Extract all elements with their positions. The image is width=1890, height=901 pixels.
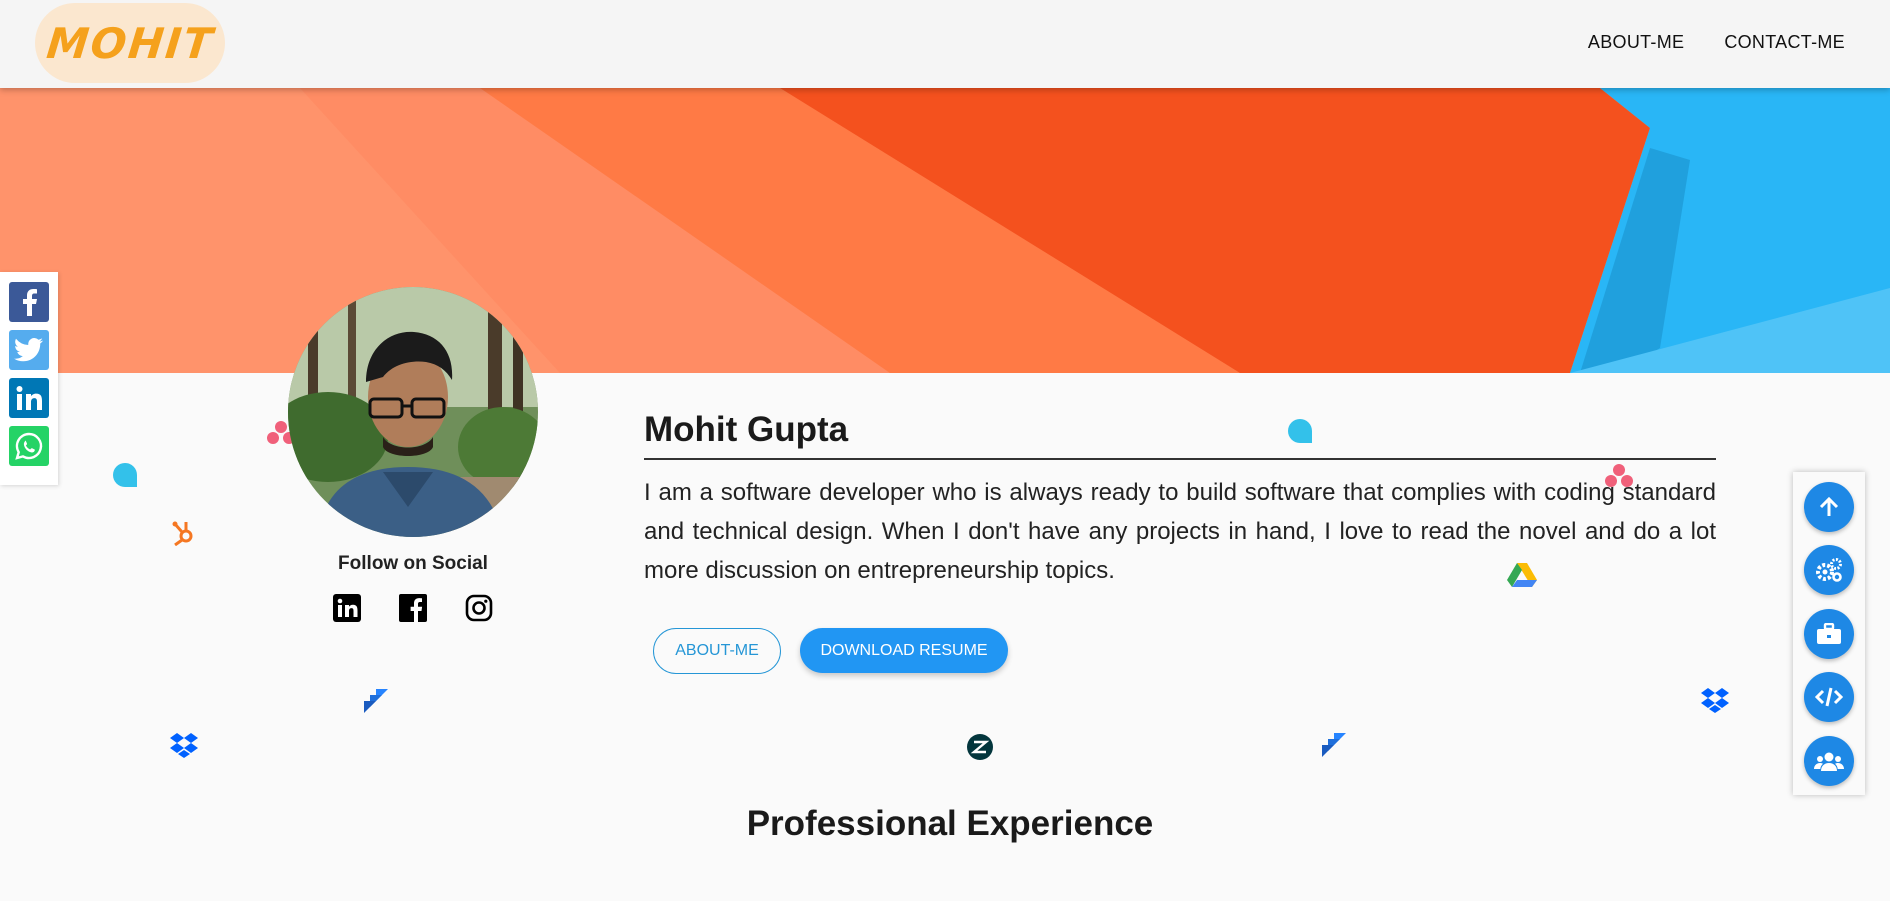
top-navbar: MOHIT ABOUT-ME CONTACT-ME (0, 0, 1890, 88)
share-twitter-button[interactable] (9, 330, 49, 370)
projects-button[interactable] (1804, 672, 1854, 722)
share-facebook-button[interactable] (9, 282, 49, 322)
facebook-icon (23, 289, 37, 316)
social-share-bar (0, 272, 58, 485)
experience-button[interactable] (1804, 609, 1854, 659)
instagram-icon (465, 594, 493, 622)
nav-contact-me[interactable]: CONTACT-ME (1724, 32, 1845, 53)
hubspot-icon (172, 521, 193, 546)
gears-icon (1816, 558, 1842, 582)
scroll-to-top-button[interactable] (1804, 482, 1854, 532)
about-me-button[interactable]: ABOUT-ME (653, 628, 781, 674)
profile-name: Mohit Gupta (644, 410, 1716, 460)
jira-icon (364, 689, 388, 713)
profile-instagram-link[interactable] (464, 593, 494, 623)
linkedin-icon (16, 386, 42, 410)
chat-bubble-icon (113, 463, 137, 487)
profile-facebook-link[interactable] (398, 593, 428, 623)
professional-experience-heading: Professional Experience (746, 804, 1154, 843)
profile-linkedin-link[interactable] (332, 593, 362, 623)
nav-about-me[interactable]: ABOUT-ME (1588, 32, 1684, 53)
dropbox-icon (170, 733, 198, 758)
profile-bio: I am a software developer who is always … (644, 479, 1716, 584)
floating-action-rail (1793, 472, 1865, 795)
whatsapp-icon (15, 432, 43, 460)
code-icon (1815, 687, 1843, 707)
main-nav: ABOUT-ME CONTACT-ME (1588, 32, 1845, 53)
arrow-up-icon (1819, 496, 1839, 516)
logo-text: MOHIT (43, 18, 217, 68)
download-resume-button[interactable]: DOWNLOAD RESUME (800, 628, 1008, 673)
linkedin-icon (333, 594, 361, 622)
users-icon (1814, 752, 1844, 771)
chat-bubble-icon (1288, 419, 1312, 443)
google-drive-icon (1507, 563, 1537, 587)
share-whatsapp-button[interactable] (9, 426, 49, 466)
facebook-icon (399, 594, 427, 622)
twitter-icon (14, 338, 43, 362)
skills-button[interactable] (1804, 545, 1854, 595)
share-linkedin-button[interactable] (9, 378, 49, 418)
jira-icon (1322, 733, 1346, 757)
asana-icon (1605, 464, 1633, 487)
briefcase-icon (1817, 623, 1841, 644)
follow-on-social-label: Follow on Social (338, 553, 488, 574)
dropbox-icon (1701, 688, 1729, 713)
profile-photo (288, 287, 538, 537)
hero-banner (0, 88, 1890, 373)
team-button[interactable] (1804, 736, 1854, 786)
site-logo[interactable]: MOHIT (35, 3, 225, 83)
profile-social-links (332, 593, 494, 623)
zendesk-icon (967, 734, 993, 760)
